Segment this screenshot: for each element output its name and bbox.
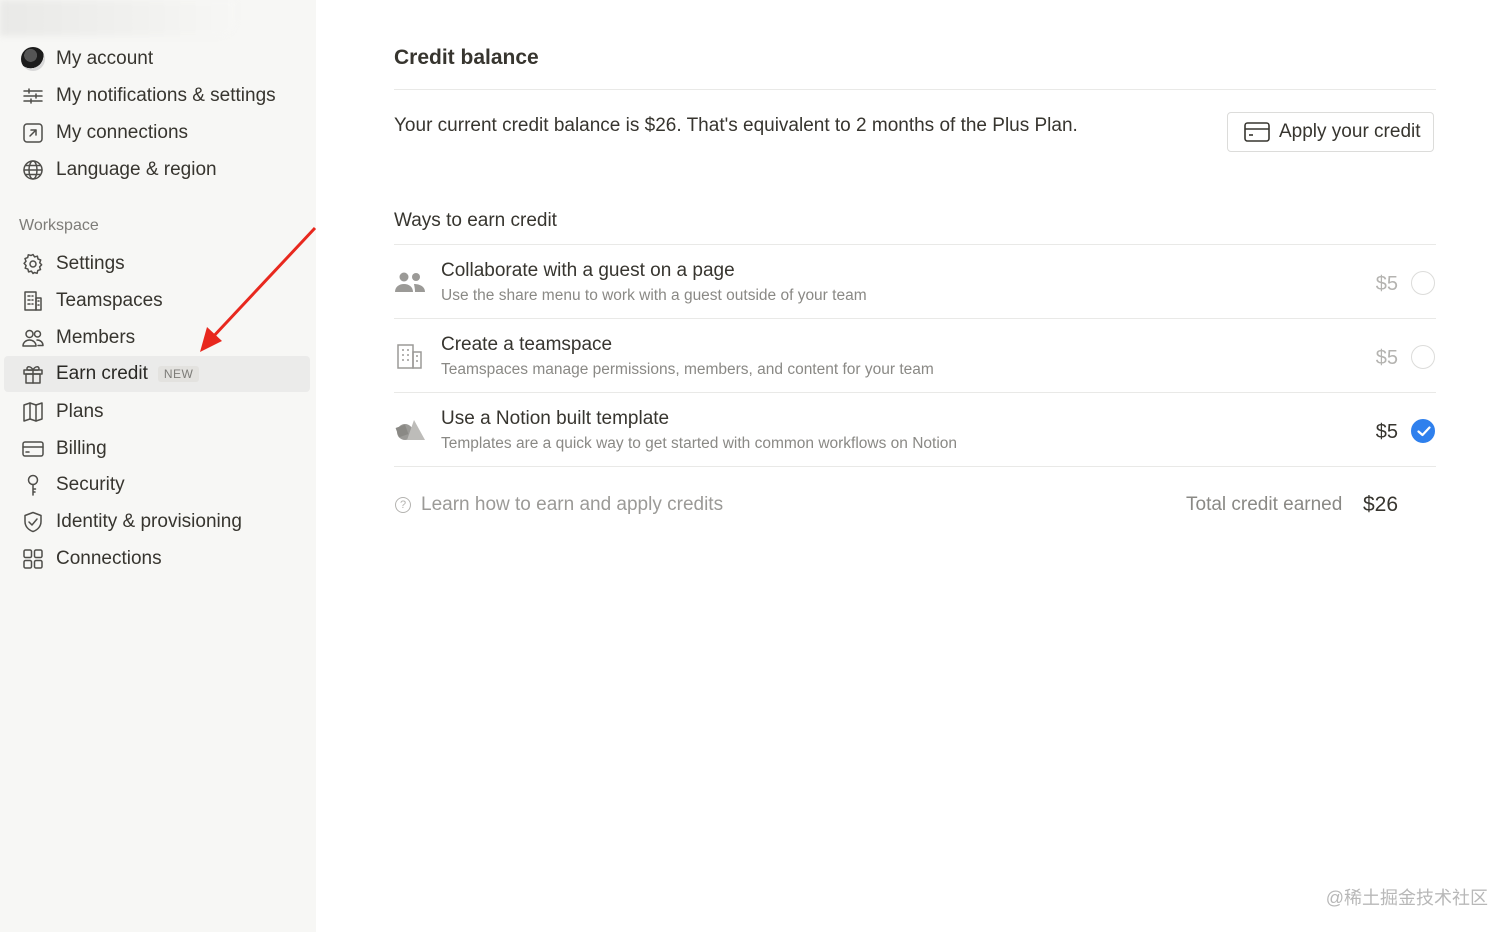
- earn-row-amount: $5: [1375, 273, 1398, 295]
- checkmark-icon: [1417, 426, 1431, 437]
- sidebar-item-label: My account: [56, 48, 154, 69]
- sidebar-item-label: Identity & provisioning: [56, 511, 242, 532]
- earn-row-status-circle[interactable]: [1411, 271, 1435, 295]
- sidebar-item-label: My notifications & settings: [56, 85, 276, 106]
- earn-credit-row: Create a teamspace Teamspaces manage per…: [394, 320, 1436, 392]
- total-credit-label: Total credit earned: [1186, 494, 1343, 515]
- blurred-header: [0, 0, 235, 36]
- ways-to-earn-heading: Ways to earn credit: [394, 210, 557, 231]
- balance-amount: $26: [644, 115, 677, 136]
- sidebar-item-my-account[interactable]: My account: [4, 41, 310, 77]
- sidebar-item-identity[interactable]: Identity & provisioning: [4, 504, 310, 540]
- watermark: @稀土掘金技术社区: [1325, 888, 1488, 908]
- sidebar-item-label: Plans: [56, 401, 104, 422]
- earn-credit-row: Collaborate with a guest on a page Use t…: [394, 246, 1436, 318]
- sidebar-item-label: Members: [56, 327, 136, 348]
- people-icon: [18, 323, 48, 353]
- building-icon: [18, 286, 48, 316]
- sidebar-item-my-connections[interactable]: My connections: [4, 115, 310, 151]
- sidebar-item-label: Security: [56, 474, 125, 495]
- earn-row-title: Use a Notion built template: [441, 408, 670, 429]
- sidebar-item-security[interactable]: Security: [4, 467, 310, 503]
- row-divider: [394, 466, 1436, 467]
- total-credit-value: $26: [1363, 493, 1399, 516]
- sidebar-item-label: Earn credit: [56, 363, 148, 384]
- new-badge: NEW: [157, 366, 200, 382]
- earn-row-description: Templates are a quick way to get started…: [441, 435, 958, 452]
- credit-card-icon: [18, 434, 48, 464]
- map-icon: [18, 397, 48, 427]
- sidebar-item-label: Teamspaces: [56, 290, 163, 311]
- apply-credit-label: Apply your credit: [1279, 121, 1421, 142]
- sidebar-item-label: Settings: [56, 253, 125, 274]
- apply-credit-button[interactable]: Apply your credit: [1227, 112, 1434, 152]
- sliders-icon: [18, 81, 48, 111]
- sidebar-item-label: Connections: [56, 548, 162, 569]
- gear-icon: [18, 249, 48, 279]
- grid-icon: [18, 544, 48, 574]
- credit-card-icon: [1244, 122, 1270, 142]
- sidebar-item-language[interactable]: Language & region: [4, 152, 310, 188]
- workspace-section-label: Workspace: [19, 217, 99, 234]
- balance-prefix: Your current credit balance is: [394, 115, 645, 136]
- shield-check-icon: [18, 507, 48, 537]
- sidebar-item-notifications[interactable]: My notifications & settings: [4, 78, 310, 114]
- annotation-arrow-icon: [200, 226, 317, 352]
- learn-credits-label: Learn how to earn and apply credits: [421, 494, 724, 515]
- people-icon: [394, 268, 426, 296]
- globe-icon: [18, 155, 48, 185]
- learn-credits-link[interactable]: ? Learn how to earn and apply credits: [394, 494, 723, 516]
- earn-credit-row: Use a Notion built template Templates ar…: [394, 394, 1436, 466]
- question-icon: ?: [395, 497, 411, 513]
- earn-row-description: Use the share menu to work with a guest …: [441, 287, 867, 304]
- earn-row-title: Create a teamspace: [441, 334, 613, 355]
- balance-text: Your current credit balance is $26. That…: [394, 115, 1078, 137]
- sidebar-item-label: My connections: [56, 122, 189, 143]
- earn-row-description: Teamspaces manage permissions, members, …: [441, 361, 934, 378]
- gift-icon: [18, 359, 48, 389]
- title-divider: [394, 89, 1436, 90]
- sidebar-item-earn-credit[interactable]: Earn credit NEW: [4, 356, 310, 392]
- earn-row-status-check[interactable]: [1411, 419, 1435, 443]
- row-divider: [394, 318, 1436, 319]
- earn-row-title: Collaborate with a guest on a page: [441, 260, 735, 281]
- sidebar-item-label: Language & region: [56, 159, 217, 180]
- external-link-icon: [18, 118, 48, 148]
- earn-row-amount: $5: [1375, 421, 1398, 443]
- earn-row-status-circle[interactable]: [1411, 345, 1435, 369]
- sidebar-item-plans[interactable]: Plans: [4, 394, 310, 430]
- page-title: Credit balance: [394, 46, 539, 69]
- key-icon: [18, 470, 48, 500]
- avatar: [18, 44, 48, 74]
- sidebar-item-connections[interactable]: Connections: [4, 541, 310, 577]
- building-icon: [394, 342, 426, 370]
- sidebar: My account My notifications & settings M…: [0, 0, 317, 932]
- earn-row-amount: $5: [1375, 347, 1398, 369]
- ways-divider: [394, 244, 1436, 245]
- shapes-icon: [394, 416, 426, 444]
- balance-suffix: . That's equivalent to 2 months of the P…: [676, 115, 1078, 136]
- sidebar-item-billing[interactable]: Billing: [4, 431, 310, 467]
- row-divider: [394, 392, 1436, 393]
- sidebar-item-label: Billing: [56, 438, 107, 459]
